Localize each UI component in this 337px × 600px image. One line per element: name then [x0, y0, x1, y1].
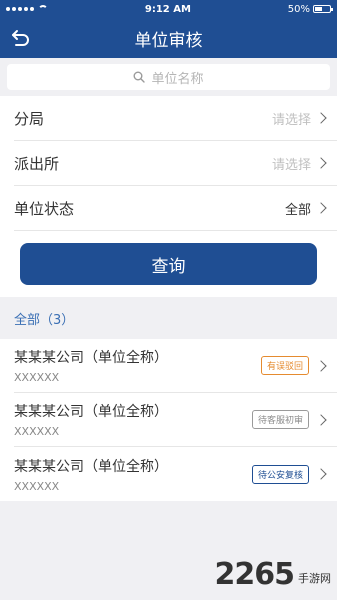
back-arrow-icon [12, 30, 29, 46]
query-button[interactable]: 查询 [20, 243, 317, 285]
filter-form: 分局 请选择 派出所 请选择 单位状态 全部 查询 [0, 96, 337, 297]
filter-value: 请选择 [271, 157, 311, 173]
results-heading: 全部（3） [14, 312, 75, 328]
chevron-right-icon [315, 468, 327, 480]
status-bar: 9:12 AM 50% [0, 0, 337, 18]
search-placeholder: 单位名称 [151, 71, 204, 87]
signal-wifi-group [6, 5, 48, 13]
filter-row-unit-status[interactable]: 单位状态 全部 [14, 186, 337, 231]
list-item-title: 某某某公司（单位全称） [14, 458, 168, 475]
battery-percent: 50% [287, 3, 310, 15]
list-item-subtitle: XXXXXX [14, 479, 60, 493]
list-item[interactable]: 某某某公司（单位全称） XXXXXX 有误驳回 [14, 339, 337, 393]
chevron-right-icon [315, 413, 327, 426]
filter-value: 请选择 [271, 112, 311, 128]
list-item[interactable]: 某某某公司（单位全称） XXXXXX 待公安复核 [14, 447, 337, 501]
status-badge: 待公安复核 [251, 464, 309, 484]
watermark-text: 手游网 [298, 572, 331, 585]
list-item-subtitle: XXXXXX [14, 371, 60, 384]
chevron-right-icon [315, 359, 327, 372]
filter-value: 全部 [284, 202, 311, 218]
status-badge: 待客服初审 [251, 410, 309, 429]
filter-row-police-station[interactable]: 派出所 请选择 [14, 141, 337, 186]
list-item-text: 某某某公司（单位全称） XXXXXX [14, 401, 168, 438]
filter-label: 单位状态 [14, 199, 75, 218]
filter-label: 分局 [14, 109, 45, 128]
battery-icon [313, 5, 333, 13]
list-item-right: 待公安复核 [251, 464, 327, 484]
page-title: 单位审核 [134, 30, 203, 51]
list-item-text: 某某某公司（单位全称） XXXXXX [14, 456, 168, 493]
nav-bar: 单位审核 [0, 18, 337, 58]
list-item[interactable]: 某某某公司（单位全称） XXXXXX 待客服初审 [14, 393, 337, 447]
search-input[interactable]: 单位名称 [7, 64, 330, 90]
filter-value-group: 全部 [285, 199, 327, 218]
list-item-title: 某某某公司（单位全称） [14, 350, 168, 366]
status-time: 9:12 AM [144, 3, 191, 15]
back-button[interactable] [8, 26, 34, 50]
battery-group: 50% [287, 3, 333, 15]
watermark-logo: 2265 手游网 [215, 557, 332, 592]
chevron-right-icon [315, 157, 327, 169]
results-list: 某某某公司（单位全称） XXXXXX 有误驳回 某某某公司（单位全称） XXXX… [0, 339, 337, 501]
list-item-right: 待客服初审 [251, 410, 327, 429]
status-badge: 有误驳回 [260, 356, 309, 375]
signal-icon [6, 7, 34, 11]
list-item-text: 某某某公司（单位全称） XXXXXX [14, 347, 168, 384]
filter-row-branch[interactable]: 分局 请选择 [14, 96, 337, 141]
search-icon [133, 71, 146, 83]
list-item-title: 某某某公司（单位全称） [14, 404, 168, 420]
search-area: 单位名称 [0, 58, 337, 94]
wifi-icon [38, 5, 48, 13]
chevron-right-icon [315, 112, 327, 124]
filter-value-group: 请选择 [272, 154, 327, 173]
watermark-number: 2265 [214, 557, 295, 592]
filter-value-group: 请选择 [272, 109, 327, 128]
list-item-subtitle: XXXXXX [14, 425, 60, 438]
chevron-right-icon [315, 202, 327, 214]
list-item-right: 有误驳回 [260, 356, 327, 375]
filter-label: 派出所 [14, 154, 60, 173]
